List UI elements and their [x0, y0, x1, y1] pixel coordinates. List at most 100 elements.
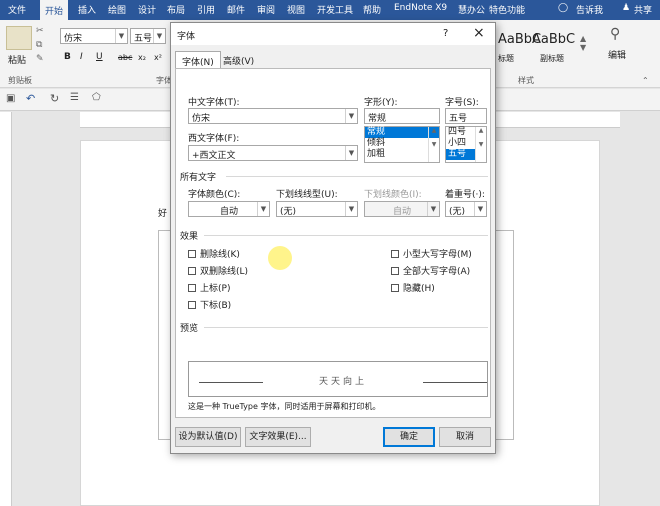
all-caps-checkbox[interactable]: 全部大写字母(A): [391, 264, 470, 277]
style-title-name: 标题: [498, 54, 514, 63]
size-label: 字号(S):: [445, 98, 479, 108]
tab-insert[interactable]: 插入: [78, 3, 96, 16]
strikethrough-checkbox[interactable]: 删除线(K): [188, 247, 240, 260]
list-item[interactable]: 五号: [446, 149, 475, 160]
divider: [204, 235, 488, 236]
subscript-checkbox[interactable]: 下标(B): [188, 298, 231, 311]
tab-mailings[interactable]: 邮件: [227, 3, 245, 16]
bold-icon[interactable]: B: [64, 52, 71, 62]
small-caps-checkbox[interactable]: 小型大写字母(M): [391, 247, 472, 260]
divider: [226, 176, 488, 177]
chevron-down-icon: ▼: [427, 202, 439, 216]
tab-huibangong[interactable]: 慧办公: [458, 3, 485, 16]
emphasis-label: 着重号(·):: [445, 190, 485, 200]
style-listbox[interactable]: 常规 倾斜 加粗 ▲ ▼: [364, 126, 440, 163]
emphasis-select[interactable]: (无) ▼: [445, 201, 487, 217]
redo-icon[interactable]: ↻: [50, 92, 59, 105]
tab-developer[interactable]: 开发工具: [317, 3, 353, 16]
paste-button[interactable]: 粘贴: [8, 53, 26, 66]
user-icon: ♟: [622, 3, 631, 13]
scrollbar[interactable]: ▲ ▼: [428, 127, 439, 162]
ribbon-font-name[interactable]: 仿宋 ▼: [60, 28, 128, 44]
ribbon-tab-bar: 文件 开始 插入 绘图 设计 布局 引用 邮件 审阅 视图 开发工具 帮助 En…: [0, 0, 660, 20]
scrollbar[interactable]: ▲ ▼: [475, 127, 486, 162]
truetype-note: 这是一种 TrueType 字体，同时适用于屏幕和打印机。: [188, 402, 381, 411]
tab-design[interactable]: 设计: [138, 3, 156, 16]
tab-home[interactable]: 开始: [40, 0, 69, 20]
superscript-checkbox[interactable]: 上标(P): [188, 281, 230, 294]
cut-icon[interactable]: ✂: [36, 26, 44, 36]
chevron-down-icon: ▼: [345, 146, 357, 160]
italic-icon[interactable]: I: [80, 52, 83, 62]
tab-file[interactable]: 文件: [8, 3, 26, 16]
tab-font[interactable]: 字体(N): [175, 51, 221, 68]
font-color-select[interactable]: 自动 ▼: [188, 201, 270, 217]
format-painter-icon[interactable]: ✎: [36, 54, 44, 64]
clipboard-group-label: 剪贴板: [8, 76, 32, 85]
chevron-down-icon: ▼: [153, 29, 165, 43]
preview-text: 天天向上: [319, 377, 368, 387]
customize-icon[interactable]: ☰: [70, 92, 79, 103]
cancel-button[interactable]: 取消: [439, 427, 491, 447]
undo-icon[interactable]: ↶: [26, 92, 35, 105]
underline-color-label: 下划线颜色(I):: [364, 190, 422, 200]
set-default-button[interactable]: 设为默认值(D): [175, 427, 241, 447]
shape-icon[interactable]: ⬠: [92, 92, 101, 103]
subscript-icon[interactable]: x₂: [138, 53, 146, 62]
share-button[interactable]: 共享: [634, 3, 652, 16]
western-font-select[interactable]: +西文正文 ▼: [188, 145, 358, 161]
collapse-ribbon-icon[interactable]: ⌃: [642, 76, 649, 85]
close-icon[interactable]: ×: [473, 25, 485, 41]
document-text[interactable]: 好: [158, 206, 167, 219]
ribbon-font-size[interactable]: 五号 ▼: [130, 28, 166, 44]
size-input[interactable]: 五号: [445, 108, 487, 124]
strikethrough-icon[interactable]: abc: [118, 53, 132, 62]
superscript-icon[interactable]: x²: [154, 53, 162, 62]
underline-color-select: 自动 ▼: [364, 201, 440, 217]
double-strikethrough-checkbox[interactable]: 双删除线(L): [188, 264, 248, 277]
styles-group-label: 样式: [518, 76, 534, 85]
hidden-checkbox[interactable]: 隐藏(H): [391, 281, 435, 294]
cursor-highlight: [268, 246, 292, 270]
search-icon[interactable]: ⚲: [610, 26, 620, 42]
font-dialog: 字体 ? × 字体(N) 高级(V) 中文字体(T): 仿宋 ▼ 西文字体(F):…: [170, 22, 496, 454]
style-subtitle-preview[interactable]: AaBbC: [532, 32, 575, 47]
text-effects-button[interactable]: 文字效果(E)...: [245, 427, 311, 447]
style-input[interactable]: 常规: [364, 108, 440, 124]
tab-review[interactable]: 审阅: [257, 3, 275, 16]
save-icon[interactable]: ▣: [6, 93, 15, 104]
effects-section: 效果: [180, 232, 199, 242]
tell-me[interactable]: 告诉我: [576, 3, 603, 16]
font-tab-panel: 中文字体(T): 仿宋 ▼ 西文字体(F): +西文正文 ▼ 字形(Y): 常规 常…: [175, 68, 491, 418]
divider: [204, 327, 488, 328]
styles-scroll-icon[interactable]: ▲ ▼: [580, 34, 586, 52]
style-label: 字形(Y):: [364, 98, 398, 108]
tab-view[interactable]: 视图: [287, 3, 305, 16]
tab-help[interactable]: 帮助: [363, 3, 381, 16]
help-button[interactable]: ?: [443, 28, 448, 39]
all-text-section: 所有文字: [180, 173, 217, 183]
underline-type-select[interactable]: (无) ▼: [276, 201, 358, 217]
font-color-label: 字体颜色(C):: [188, 190, 241, 200]
dialog-title-bar[interactable]: 字体 ? ×: [171, 23, 495, 45]
edit-button[interactable]: 编辑: [608, 48, 626, 61]
western-font-label: 西文字体(F):: [188, 134, 240, 144]
cn-font-label: 中文字体(T):: [188, 98, 240, 108]
tab-endnote[interactable]: EndNote X9: [394, 3, 447, 13]
tab-special[interactable]: 特色功能: [489, 3, 525, 16]
tab-layout[interactable]: 布局: [167, 3, 185, 16]
size-listbox[interactable]: 四号 小四 五号 ▲ ▼: [445, 126, 487, 163]
paste-icon[interactable]: [6, 26, 32, 50]
tab-advanced[interactable]: 高级(V): [217, 51, 260, 68]
lightbulb-icon: ◯: [558, 3, 569, 13]
tab-draw[interactable]: 绘图: [108, 3, 126, 16]
divider: [423, 382, 487, 383]
tab-references[interactable]: 引用: [197, 3, 215, 16]
underline-icon[interactable]: U: [96, 52, 103, 62]
style-subtitle-name: 副标题: [540, 54, 564, 63]
dialog-title: 字体: [177, 32, 196, 42]
ok-button[interactable]: 确定: [383, 427, 435, 447]
preview-box: 天天向上: [188, 361, 488, 397]
cn-font-select[interactable]: 仿宋 ▼: [188, 108, 358, 124]
copy-icon[interactable]: ⧉: [36, 40, 42, 50]
